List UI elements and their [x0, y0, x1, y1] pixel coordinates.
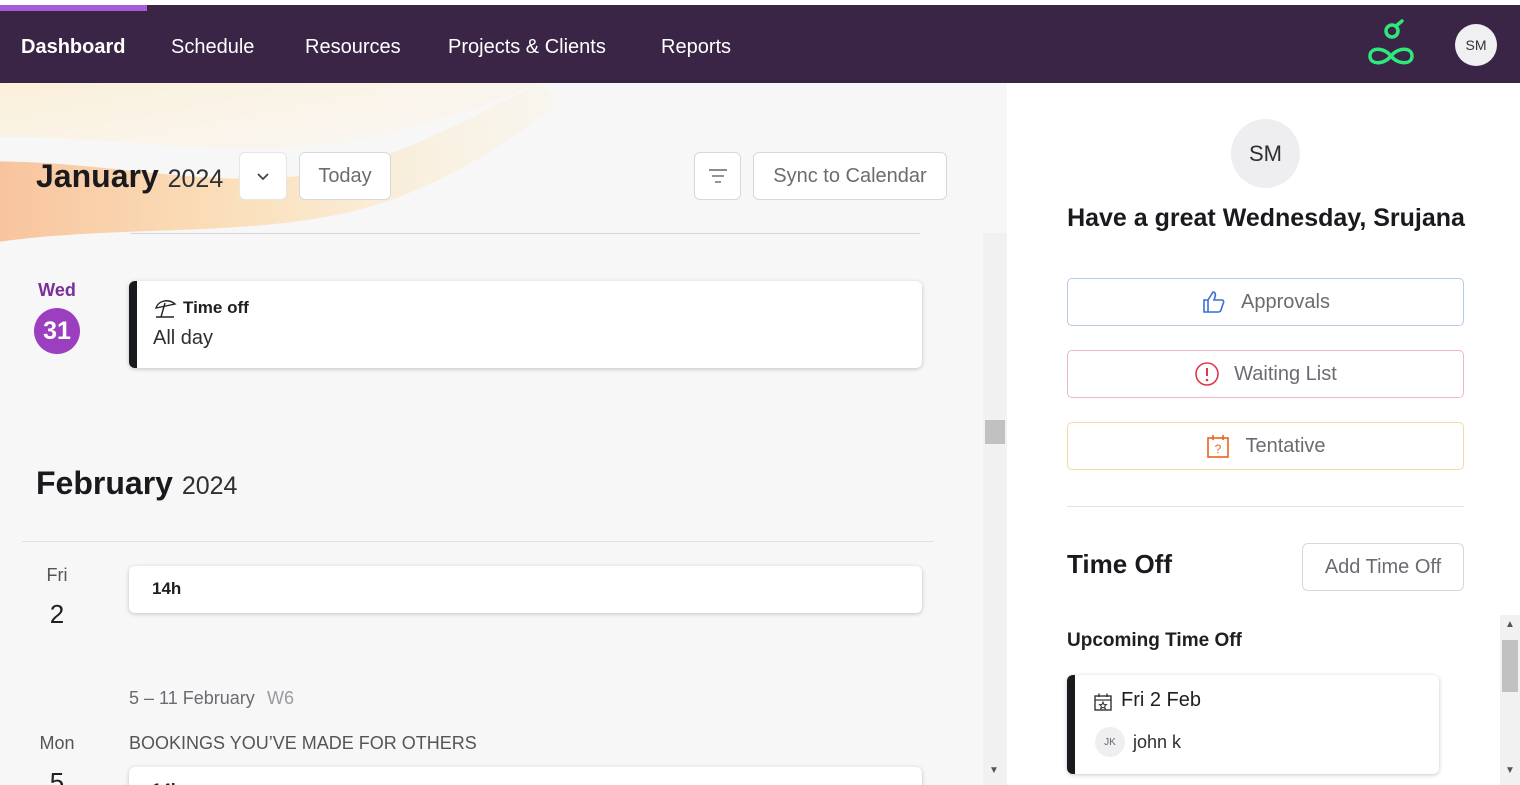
time-off-date: Fri 2 Feb	[1121, 689, 1202, 711]
filter-lines-icon	[708, 169, 727, 183]
weekday-label: Fri	[46, 565, 68, 585]
person-avatar: JK	[1095, 727, 1125, 757]
time-off-event-card[interactable]: Time off All day	[129, 281, 922, 368]
active-tab-indicator	[0, 5, 147, 11]
month-year: 2024	[181, 472, 238, 500]
user-avatar[interactable]: SM	[1455, 24, 1497, 66]
time-off-title: Time Off	[1067, 549, 1172, 579]
add-time-off-button[interactable]: Add Time Off	[1302, 543, 1464, 591]
booking-card[interactable]: 14h	[129, 566, 922, 613]
today-date-badge: 31	[34, 308, 80, 354]
weekday-label: Wed	[38, 280, 76, 300]
filter-button[interactable]	[694, 152, 741, 200]
waiting-list-label: Waiting List	[1234, 362, 1337, 385]
tentative-button[interactable]: ? Tentative	[1067, 422, 1464, 470]
calendar-area: January 2024 Today Sync to Calendar Wed …	[0, 83, 1007, 785]
bookings-for-others-heading: BOOKINGS YOU’VE MADE FOR OTHERS	[129, 733, 477, 753]
month-year: 2024	[167, 165, 224, 193]
approvals-button[interactable]: Approvals	[1067, 278, 1464, 326]
month-name: January	[36, 158, 159, 194]
chevron-down-icon	[257, 173, 269, 181]
tentative-label: Tentative	[1245, 434, 1326, 457]
month-divider	[22, 541, 934, 542]
panel-scrollbar-thumb[interactable]	[1502, 640, 1518, 692]
header-divider	[130, 233, 920, 234]
month-heading-february: February 2024	[36, 465, 237, 502]
event-detail: All day	[153, 327, 214, 349]
weekday-label: Mon	[39, 733, 75, 753]
nav-dashboard[interactable]: Dashboard	[21, 35, 125, 59]
nav-reports[interactable]: Reports	[661, 35, 731, 59]
top-nav: Dashboard Schedule Resources Projects & …	[0, 0, 1520, 83]
user-avatar-large: SM	[1231, 119, 1300, 188]
event-title: Time off	[183, 298, 249, 317]
scroll-down-arrow-icon[interactable]: ▼	[1505, 765, 1515, 776]
booking-card[interactable]: 14h	[129, 767, 922, 785]
upcoming-time-off-card[interactable]: Fri 2 Feb JK john k	[1067, 675, 1439, 774]
alert-circle-icon	[1195, 362, 1219, 386]
today-button[interactable]: Today	[299, 152, 391, 200]
approvals-label: Approvals	[1241, 290, 1330, 313]
nav-resources[interactable]: Resources	[305, 35, 401, 59]
svg-text:?: ?	[1215, 442, 1222, 456]
day-number: 5	[49, 767, 65, 785]
upcoming-time-off-title: Upcoming Time Off	[1067, 630, 1242, 651]
waiting-list-button[interactable]: Waiting List	[1067, 350, 1464, 398]
day-number: 2	[49, 599, 65, 629]
dashboard-side-panel: SM Have a great Wednesday, Srujana Appro…	[1007, 83, 1520, 785]
panel-divider	[1067, 506, 1464, 507]
scroll-down-arrow-icon[interactable]: ▼	[989, 765, 999, 776]
booking-hours: 14h	[152, 579, 182, 598]
week-range: 5 – 11 February	[129, 688, 255, 708]
greeting-text: Have a great Wednesday, Srujana	[1067, 204, 1465, 232]
scrollbar-thumb[interactable]	[985, 420, 1005, 444]
nav-projects-clients[interactable]: Projects & Clients	[448, 35, 606, 59]
umbrella-icon	[155, 300, 177, 318]
app-logo-icon[interactable]	[1364, 19, 1418, 73]
month-name: February	[36, 465, 173, 501]
scrollbar-track[interactable]	[983, 233, 1007, 785]
thumbs-up-icon	[1203, 291, 1225, 313]
nav-schedule[interactable]: Schedule	[171, 35, 254, 59]
calendar-question-icon: ?	[1207, 435, 1230, 458]
person-name: john k	[1133, 732, 1182, 752]
booking-hours: 14h	[152, 780, 181, 785]
week-number: W6	[267, 688, 294, 708]
month-heading-january: January 2024	[36, 158, 223, 195]
month-dropdown-button[interactable]	[239, 152, 287, 200]
scroll-up-arrow-icon[interactable]: ▲	[1505, 619, 1515, 630]
calendar-star-icon	[1094, 693, 1112, 711]
sync-calendar-button[interactable]: Sync to Calendar	[753, 152, 947, 200]
